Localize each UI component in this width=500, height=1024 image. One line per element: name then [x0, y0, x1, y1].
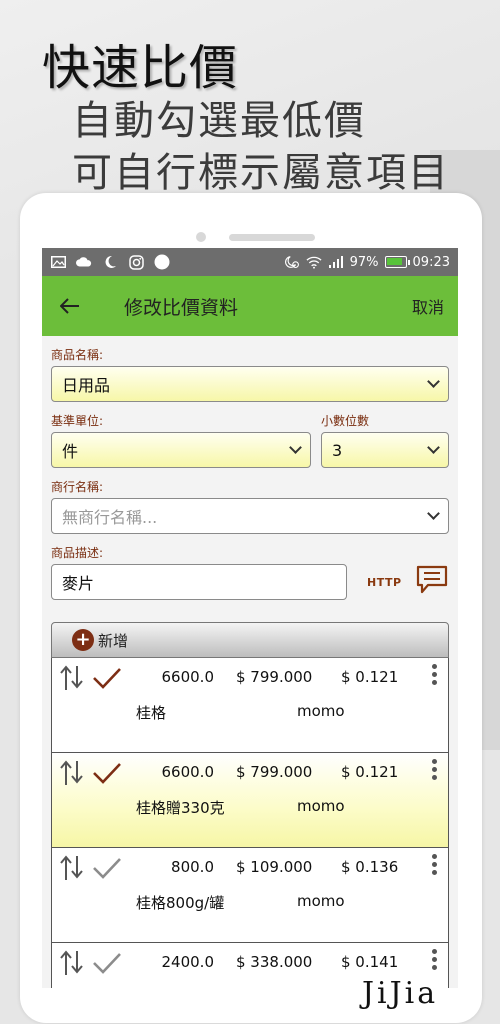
item-quantity: 6600.0 [161, 763, 215, 781]
item-unit-price: $ 0.136 [341, 858, 399, 876]
chevron-down-icon [427, 375, 440, 388]
cloud-icon [76, 255, 92, 269]
page-title: 修改比價資料 [124, 296, 239, 319]
add-item-button[interactable]: + 新增 [51, 622, 449, 658]
product-name-value: 日用品 [62, 376, 111, 395]
price-list: 6600.0 $ 799.000 $ 0.121 桂格 momo 6600.0 … [42, 658, 458, 988]
battery-icon [384, 256, 410, 268]
item-unit-price: $ 0.121 [341, 668, 399, 686]
item-quantity: 2400.0 [161, 953, 215, 971]
sort-icon[interactable] [60, 664, 84, 696]
app-bar: 修改比價資料 取消 [42, 276, 458, 336]
phone-speaker [229, 234, 315, 241]
more-vertical-icon[interactable] [432, 759, 438, 783]
add-item-label: 新增 [98, 631, 129, 650]
back-arrow-icon[interactable] [59, 292, 90, 320]
store-name-label: 商行名稱: [51, 480, 104, 494]
list-item[interactable]: 6600.0 $ 799.000 $ 0.121 桂格贈330克 momo [51, 753, 449, 848]
brand-logo: JiJia [362, 976, 439, 1011]
description-value: 麥片 [62, 574, 95, 593]
unit-label: 基準單位: [51, 414, 104, 428]
instagram-icon [128, 254, 144, 270]
store-name-select[interactable]: 無商行名稱... [51, 498, 449, 534]
product-name-label: 商品名稱: [51, 348, 104, 362]
item-name: 桂格800g/罐 [136, 894, 225, 912]
promo-line-1: 自動勾選最低價 [72, 98, 366, 144]
store-name-placeholder: 無商行名稱... [62, 508, 158, 527]
clock: 09:23 [412, 254, 450, 270]
battery-percent: 97% [349, 254, 379, 270]
http-link-icon[interactable]: HTTP [367, 576, 402, 589]
item-price: $ 338.000 [236, 953, 313, 971]
unit-value: 件 [62, 442, 79, 461]
signal-icon [328, 255, 344, 269]
decimal-label: 小數位數 [321, 414, 370, 428]
check-icon[interactable] [92, 951, 122, 979]
moon-icon [102, 255, 118, 269]
item-quantity: 800.0 [171, 858, 214, 876]
chat-icon[interactable] [416, 565, 448, 599]
item-unit-price: $ 0.121 [341, 763, 399, 781]
chevron-down-icon [427, 441, 440, 454]
chevron-down-icon [289, 441, 302, 454]
item-price: $ 109.000 [236, 858, 313, 876]
plus-icon: + [72, 629, 94, 651]
decimal-value: 3 [332, 440, 343, 460]
check-icon[interactable] [92, 856, 122, 884]
item-store: momo [297, 892, 345, 910]
item-store: momo [297, 702, 345, 720]
check-icon[interactable] [92, 666, 122, 694]
sort-icon[interactable] [60, 854, 84, 886]
more-vertical-icon[interactable] [432, 949, 438, 973]
item-price: $ 799.000 [236, 763, 313, 781]
item-quantity: 6600.0 [161, 668, 215, 686]
wifi-icon [306, 255, 322, 269]
image-notification-icon [50, 255, 66, 269]
phone-camera [196, 232, 206, 242]
more-vertical-icon[interactable] [432, 854, 438, 878]
status-bar: 97% 09:23 [42, 248, 458, 276]
list-item[interactable]: 6600.0 $ 799.000 $ 0.121 桂格 momo [51, 658, 449, 753]
description-input[interactable]: 麥片 [51, 564, 347, 600]
unit-select[interactable]: 件 [51, 432, 311, 468]
item-store: momo [297, 797, 345, 815]
list-item[interactable]: 800.0 $ 109.000 $ 0.136 桂格800g/罐 momo [51, 848, 449, 943]
item-unit-price: $ 0.141 [341, 953, 399, 971]
item-name: 桂格 [136, 704, 167, 722]
cancel-button[interactable]: 取消 [412, 294, 444, 318]
product-name-select[interactable]: 日用品 [51, 366, 449, 402]
check-icon[interactable] [92, 761, 122, 789]
item-name: 桂格贈330克 [136, 799, 225, 817]
app-screen: 97% 09:23 修改比價資料 取消 商品名稱: 日用品 基準單位: 件 小數… [42, 248, 458, 988]
chevron-down-icon [427, 507, 440, 520]
alarm-moon-icon [284, 255, 300, 269]
sort-icon[interactable] [60, 759, 84, 791]
circle-notification-icon [154, 254, 170, 270]
edit-form: 商品名稱: 日用品 基準單位: 件 小數位數 3 商行名稱: 無商行名稱... … [42, 336, 458, 600]
sort-icon[interactable] [60, 949, 84, 981]
promo-line-2: 可自行標示屬意項目 [72, 150, 450, 196]
decimal-select[interactable]: 3 [321, 432, 449, 468]
description-label: 商品描述: [51, 546, 104, 560]
more-vertical-icon[interactable] [432, 664, 438, 688]
item-price: $ 799.000 [236, 668, 313, 686]
